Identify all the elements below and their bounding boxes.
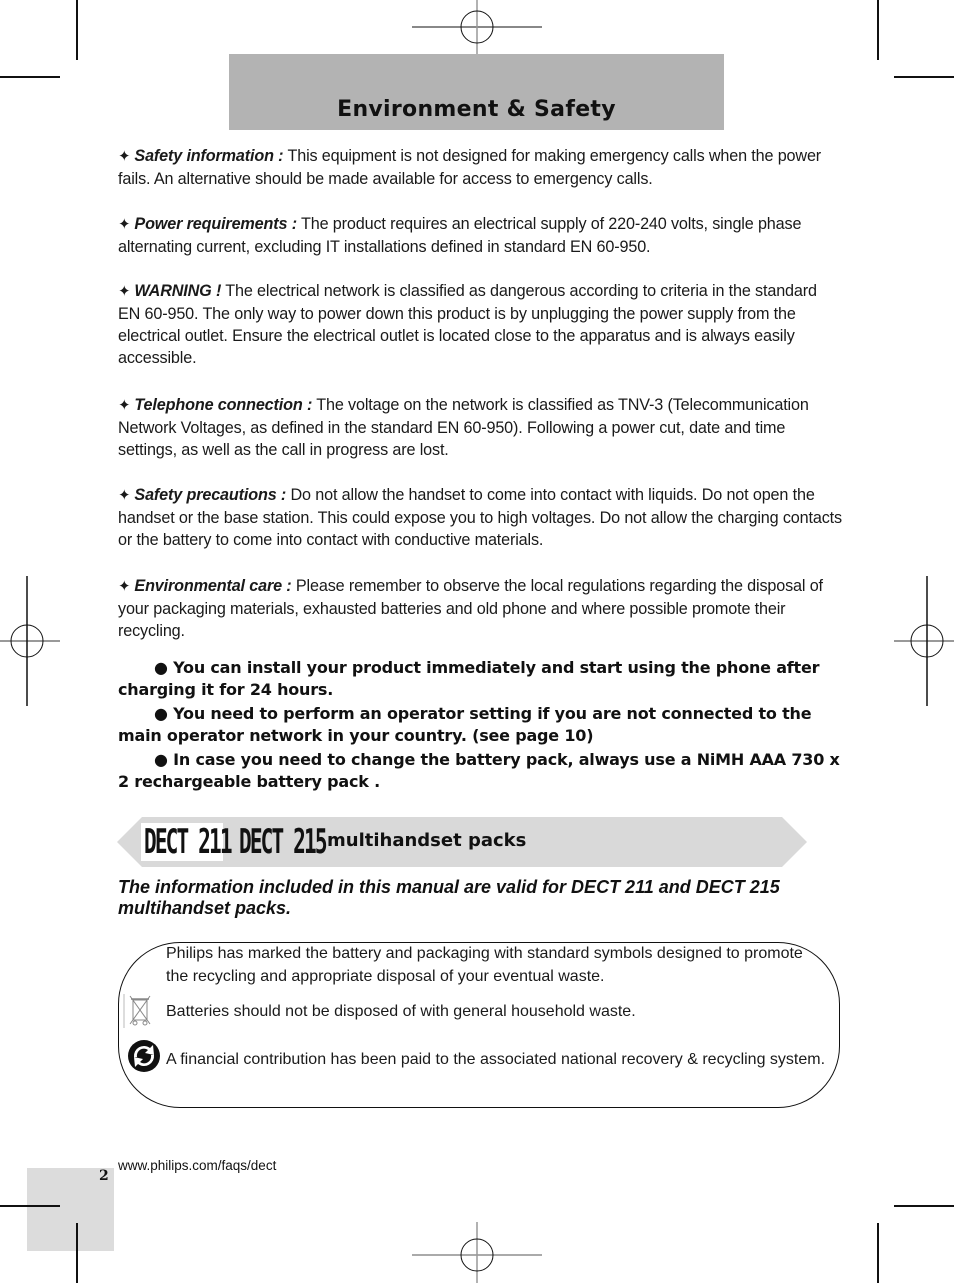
section-environmental-care: ✦ Environmental care : Please remember to… <box>118 575 843 642</box>
section-safety-information: ✦ Safety information : This equipment is … <box>118 145 843 190</box>
section-telephone-connection: ✦ Telephone connection : The voltage on t… <box>118 394 843 461</box>
title-band: Environment & Safety <box>229 54 724 130</box>
note-item: ● You need to perform an operator settin… <box>118 704 812 745</box>
section-warning: ✦ WARNING ! The electrical network is cla… <box>118 280 843 369</box>
important-notes: ● You can install your product immediate… <box>118 657 843 795</box>
diamond-bullet-icon: ✦ <box>118 397 131 414</box>
registration-mark-top <box>412 0 542 60</box>
registration-mark-bottom <box>412 1222 542 1283</box>
page-title: Environment & Safety <box>337 97 616 122</box>
footer-url[interactable]: www.philips.com/faqs/dect <box>118 1158 276 1173</box>
section-power-requirements: ✦ Power requirements : The product requir… <box>118 213 843 258</box>
diamond-bullet-icon: ✦ <box>118 216 131 233</box>
diamond-bullet-icon: ✦ <box>118 148 131 165</box>
crop-mark <box>0 76 60 78</box>
recycling-intro: Philips has marked the battery and packa… <box>166 945 803 985</box>
crop-mark <box>76 0 78 60</box>
section-safety-precautions: ✦ Safety precautions : Do not allow the h… <box>118 484 843 551</box>
crop-mark <box>76 1223 78 1283</box>
section-lead: Environmental care : <box>134 577 292 595</box>
crossed-bin-icon <box>123 994 151 1028</box>
dect-211-logo: DECT 211 <box>144 822 233 862</box>
diamond-bullet-icon: ✦ <box>118 283 131 300</box>
page-number: 2 <box>99 1168 109 1184</box>
section-lead: Power requirements : <box>134 215 297 233</box>
section-lead: Telephone connection : <box>134 396 313 414</box>
crop-mark <box>0 1205 60 1207</box>
note-item: ● In case you need to change the battery… <box>118 750 840 791</box>
recycle-symbol-text: A financial contribution has been paid t… <box>166 1051 826 1068</box>
section-lead: Safety information : <box>134 147 284 165</box>
bin-symbol-text: Batteries should not be disposed of with… <box>166 1003 636 1020</box>
green-dot-recycle-icon <box>128 1040 160 1072</box>
banner-label: multihandset packs <box>327 830 527 851</box>
diamond-bullet-icon: ✦ <box>118 487 131 504</box>
note-item: ● You can install your product immediate… <box>118 658 820 699</box>
registration-mark-right <box>894 576 954 706</box>
diamond-bullet-icon: ✦ <box>118 578 131 595</box>
validity-note: The information included in this manual … <box>118 877 780 918</box>
crop-mark <box>894 76 954 78</box>
crop-mark <box>894 1205 954 1207</box>
crop-mark <box>877 1223 879 1283</box>
dect-215-logo: DECT 215 <box>239 822 328 862</box>
registration-mark-left <box>0 576 60 706</box>
section-text: The electrical network is classified as … <box>118 282 817 367</box>
section-lead: WARNING ! <box>134 282 222 300</box>
multihandset-banner: DECT 211 DECT 215 multihandset packs <box>117 817 807 867</box>
crop-mark <box>877 0 879 60</box>
section-lead: Safety precautions : <box>134 486 287 504</box>
